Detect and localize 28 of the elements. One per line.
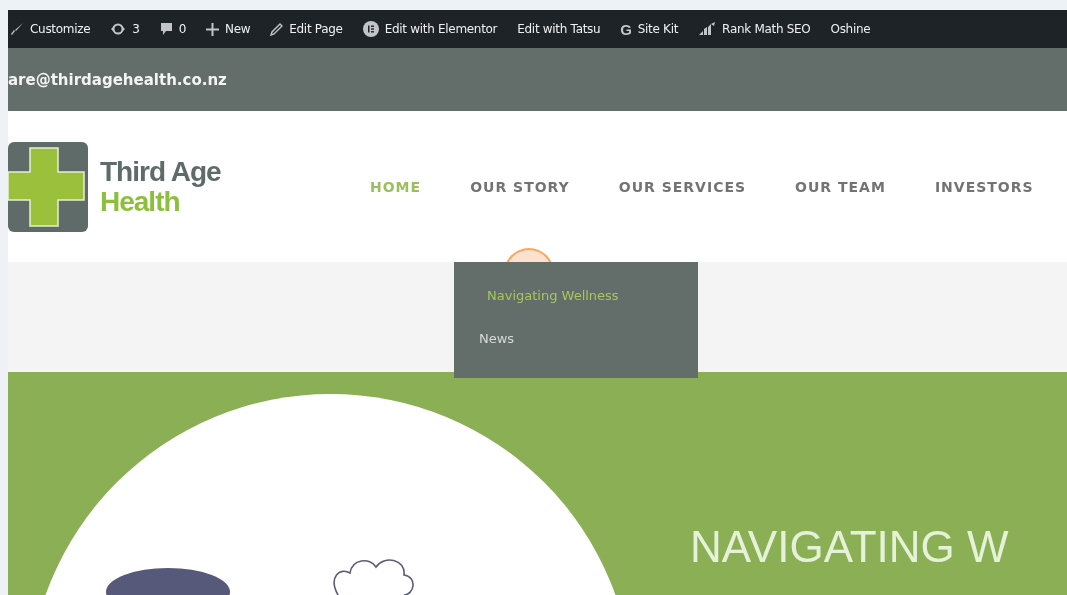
toolbar-link[interactable]: Customize (10, 22, 91, 36)
pencil-icon (270, 22, 284, 36)
toolbar-link[interactable]: Oshine (830, 22, 871, 36)
nav-link[interactable]: INVESTORS (934, 178, 1034, 195)
toolbar-link[interactable]: Edit with Tatsu (517, 22, 601, 36)
chart-icon (698, 22, 717, 36)
elementor-icon (362, 21, 379, 37)
comment-icon (159, 22, 173, 36)
nav-link[interactable]: OUR STORY (470, 178, 570, 195)
email-address[interactable]: are@thirdagehealth.co.nz (8, 70, 227, 89)
logo-text: Third Age (100, 156, 221, 187)
toolbar-link[interactable]: New (206, 22, 251, 36)
cross-logo-icon (8, 141, 88, 232)
toolbar-link[interactable]: G Site Kit (620, 20, 679, 38)
plus-icon (206, 22, 219, 36)
site-kit-icon: G (620, 20, 632, 38)
refresh-icon (110, 22, 127, 36)
toolbar-link[interactable]: Rank Math SEO (698, 22, 811, 36)
nav-link[interactable]: OUR TEAM (795, 178, 886, 195)
hero-heading: NAVIGATING W (690, 522, 1009, 572)
toolbar-link[interactable]: 0 (159, 22, 186, 36)
brush-icon (10, 22, 24, 36)
nav-link[interactable]: OUR SERVICES (618, 178, 747, 195)
toolbar-link[interactable]: 3 (110, 22, 140, 36)
logo-text: Health (100, 186, 180, 217)
toolbar-link[interactable]: Edit Page (270, 22, 343, 36)
toolbar-link[interactable]: Edit with Elementor (362, 21, 498, 37)
menu-item[interactable]: News (479, 331, 698, 346)
